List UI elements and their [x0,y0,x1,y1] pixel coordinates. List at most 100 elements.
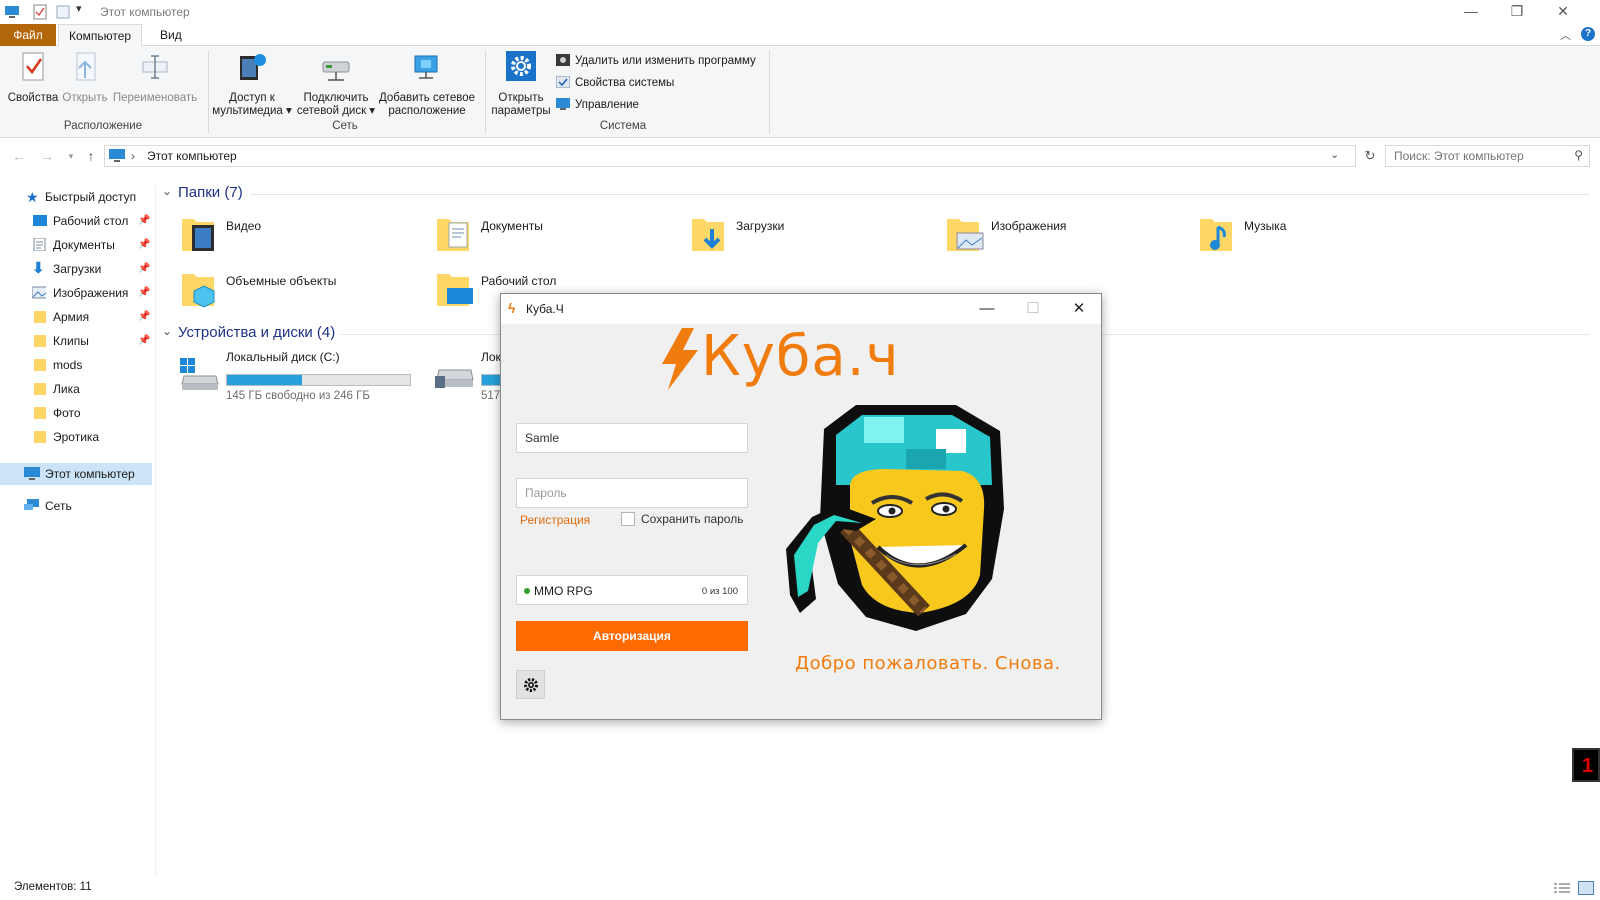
uninstall-program-button[interactable]: Удалить или изменить программу [556,52,756,70]
drive-usage-fill [227,375,303,385]
ribbon-tabs: Файл Компьютер Вид ︿ ? [0,24,1600,47]
folder-item-videos[interactable]: Видео [180,213,380,263]
sidebar-item-erotica[interactable]: Эротика [0,426,152,448]
help-icon[interactable]: ? [1581,27,1595,41]
restore-button[interactable]: ❐ [1494,0,1540,24]
launcher-close-button[interactable]: ✕ [1056,294,1102,324]
folder-item-downloads[interactable]: Загрузки [690,213,890,263]
login-input[interactable] [525,425,735,451]
media-access-button[interactable]: Доступ к мультимедиа ▾ [212,50,292,118]
collapse-chevron-icon[interactable]: ⌄ [162,184,172,198]
register-link[interactable]: Регистрация [520,513,590,527]
properties-quick-icon[interactable] [33,4,47,20]
collapse-chevron-icon[interactable]: ⌄ [162,324,172,338]
drive-item-c[interactable]: Локальный диск (C:) 145 ГБ свободно из 2… [180,350,420,402]
star-icon: ★ [26,189,39,205]
address-dropdown-icon[interactable]: ⌄ [1330,148,1339,161]
search-icon[interactable]: ⚲ [1574,148,1583,162]
sidebar-item-network[interactable]: Сеть [0,495,152,517]
folder-icon [34,311,46,323]
tab-computer[interactable]: Компьютер [58,24,143,47]
sidebar-item-downloads[interactable]: ⬇ Загрузки 📌 [0,258,152,280]
system-properties-button[interactable]: Свойства системы [556,74,674,92]
computer-icon [24,467,40,480]
desktop-icon [33,215,47,226]
pin-icon[interactable]: 📌 [138,258,150,280]
folder-icon [34,431,46,443]
pin-icon[interactable]: 📌 [138,306,150,328]
manage-button[interactable]: Управление [556,96,639,114]
music-folder-icon [1200,219,1232,251]
pin-icon[interactable]: 📌 [138,282,150,304]
password-input[interactable] [525,480,735,506]
sidebar-item-pictures[interactable]: Изображения 📌 [0,282,152,304]
search-input[interactable] [1394,147,1564,165]
navigation-pane: ★ Быстрый доступ Рабочий стол 📌 Документ… [0,186,156,876]
address-bar[interactable]: › Этот компьютер ⌄ [104,145,1356,167]
media-access-icon [240,54,266,80]
new-folder-quick-icon[interactable] [56,4,70,20]
checkbox-box[interactable] [621,512,635,526]
password-field[interactable] [516,478,748,508]
sidebar-item-photo[interactable]: Фото [0,402,152,424]
properties-button[interactable]: Свойства [6,50,60,105]
add-network-location-button[interactable]: Добавить сетевое расположение [378,50,476,118]
minimize-button[interactable]: — [1448,0,1494,24]
lightning-icon: ϟ [508,300,516,316]
drive-usage-bar [226,374,411,386]
authorize-button[interactable]: Авторизация [516,621,748,651]
settings-button[interactable] [516,670,545,699]
sidebar-item-this-pc[interactable]: Этот компьютер [0,463,152,485]
drive-icon [435,369,474,388]
tab-file[interactable]: Файл [0,24,56,46]
mascot-image [786,405,1004,631]
server-selector[interactable]: MMO RPG 0 из 100 [516,575,748,605]
pictures-folder-icon [947,219,984,251]
folder-item-music[interactable]: Музыка [1198,213,1398,263]
pin-icon[interactable]: 📌 [138,330,150,352]
videos-folder-icon [182,219,214,251]
launcher-maximize-button[interactable]: ☐ [1010,294,1056,324]
open-button[interactable]: Открыть [60,50,110,105]
pin-icon[interactable]: 📌 [138,234,150,256]
rename-button[interactable]: Переименовать [112,50,198,105]
folders-header[interactable]: Папки (7) [178,184,243,201]
quick-access-dropdown-icon[interactable]: ▾ [76,2,82,18]
computer-icon[interactable] [4,4,20,20]
folder-item-3d-objects[interactable]: Объемные объекты [180,268,380,318]
map-network-drive-button[interactable]: Подключить сетевой диск ▾ [296,50,376,118]
launcher-minimize-button[interactable]: — [964,294,1010,324]
sidebar-item-army[interactable]: Армия 📌 [0,306,152,328]
recent-locations-icon[interactable]: ▾ [62,146,80,166]
sidebar-item-mods[interactable]: mods [0,354,152,376]
save-password-checkbox[interactable]: Сохранить пароль [621,512,743,526]
refresh-icon[interactable]: ↻ [1360,147,1380,167]
back-arrow-icon[interactable]: ← [10,146,28,166]
collapse-ribbon-icon[interactable]: ︿ [1560,27,1571,43]
search-box[interactable]: ⚲ [1385,145,1590,167]
sidebar-item-documents[interactable]: Документы 📌 [0,234,152,256]
sidebar-item-clips[interactable]: Клипы 📌 [0,330,152,352]
notification-badge[interactable]: 1 [1572,748,1600,782]
large-icons-view-icon[interactable] [1578,881,1594,895]
folder-icon [34,335,46,347]
tab-view[interactable]: Вид [150,24,192,46]
documents-icon [33,238,46,251]
sidebar-item-desktop[interactable]: Рабочий стол 📌 [0,210,152,232]
folder-item-pictures[interactable]: Изображения [945,213,1145,263]
folder-item-documents[interactable]: Документы [435,213,635,263]
launcher-title: Куба.Ч [526,302,564,316]
login-field[interactable] [516,423,748,453]
pin-icon[interactable]: 📌 [138,210,150,232]
open-settings-button[interactable]: Открыть параметры [490,50,552,118]
breadcrumb-chevron-icon[interactable]: › [131,149,135,163]
close-button[interactable]: ✕ [1540,0,1586,24]
devices-header[interactable]: Устройства и диски (4) [178,324,335,341]
details-view-icon[interactable] [1554,882,1570,894]
up-arrow-icon[interactable]: ↑ [82,146,100,166]
forward-arrow-icon[interactable]: → [38,146,56,166]
group-label-network: Сеть [332,120,358,132]
3d-objects-folder-icon [182,274,215,308]
sidebar-item-quick-access[interactable]: ★ Быстрый доступ [0,186,152,208]
sidebar-item-lika[interactable]: Лика [0,378,152,400]
